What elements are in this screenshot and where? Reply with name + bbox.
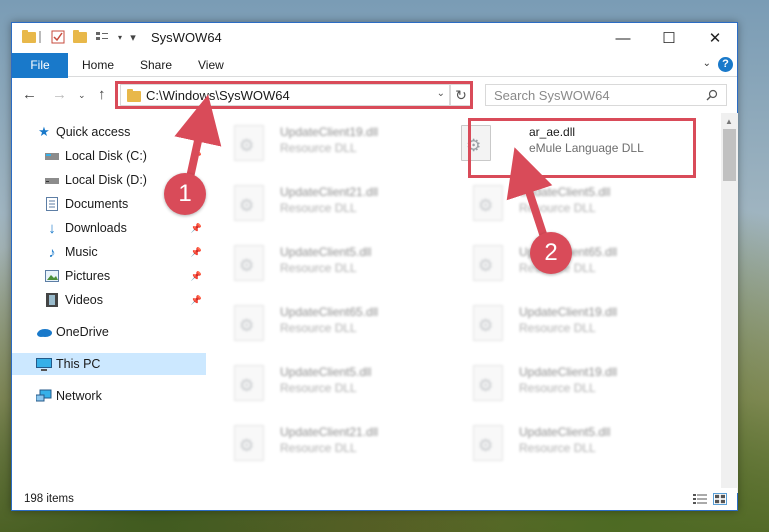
- step-badge-1: 1: [164, 173, 206, 215]
- arrow-to-address-bar: [174, 94, 222, 183]
- annotation-arrows: [174, 94, 553, 242]
- step-badge-2: 2: [530, 232, 572, 274]
- arrow-to-file: [506, 147, 553, 242]
